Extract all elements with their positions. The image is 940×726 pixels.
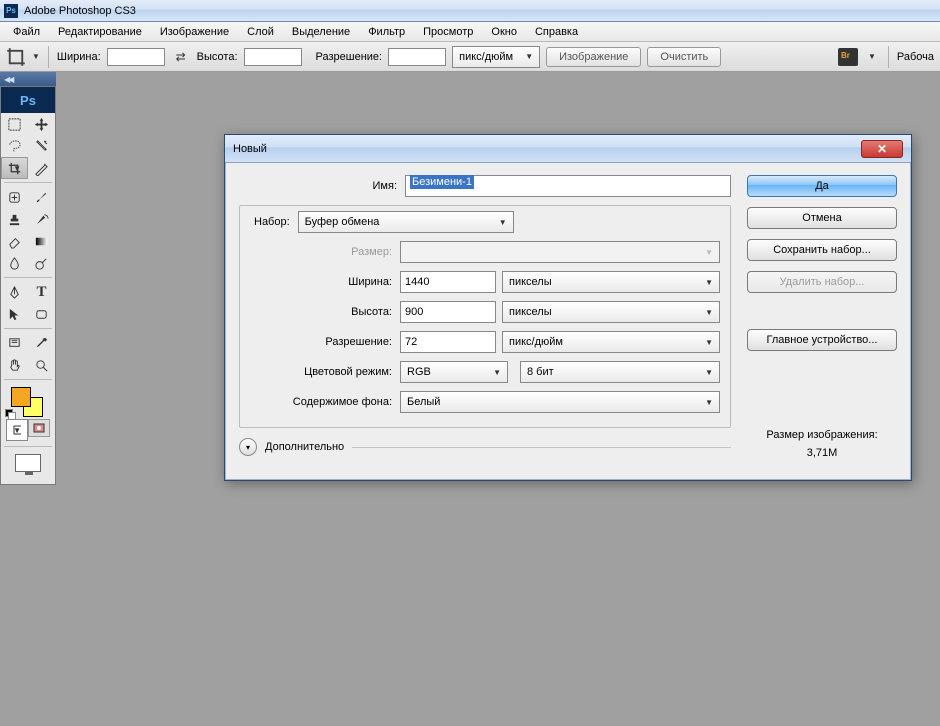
app-title: Adobe Photoshop CS3 xyxy=(24,5,136,17)
menu-select[interactable]: Выделение xyxy=(283,24,359,40)
menu-layer[interactable]: Слой xyxy=(238,24,283,40)
width-input[interactable] xyxy=(400,271,496,293)
option-bar: ▼ Ширина: Высота: Разрешение: пикс/дюйм … xyxy=(0,42,940,72)
dodge-tool-icon[interactable] xyxy=(28,252,55,274)
history-brush-tool-icon[interactable] xyxy=(28,208,55,230)
zoom-tool-icon[interactable] xyxy=(28,354,55,376)
close-button[interactable]: ✕ xyxy=(861,140,903,158)
pen-tool-icon[interactable] xyxy=(1,281,28,303)
advanced-label[interactable]: Дополнительно xyxy=(265,441,344,453)
menu-edit[interactable]: Редактирование xyxy=(49,24,151,40)
resolution-input[interactable] xyxy=(400,331,496,353)
size-select xyxy=(400,241,720,263)
device-central-button[interactable]: Главное устройство... xyxy=(747,329,897,351)
resolution-unit-select[interactable]: пикс/дюйм xyxy=(502,331,720,353)
default-colors-icon[interactable] xyxy=(5,409,15,419)
preset-fieldset: Набор: Буфер обмена Размер: Ширина: пикс… xyxy=(239,205,731,428)
preset-select[interactable]: Буфер обмена xyxy=(298,211,514,233)
width-input[interactable] xyxy=(107,48,165,66)
titlebar: Ps Adobe Photoshop CS3 xyxy=(0,0,940,22)
menu-file[interactable]: Файл xyxy=(4,24,49,40)
resolution-label: Разрешение: xyxy=(316,51,383,63)
workspace-label[interactable]: Рабоча xyxy=(897,51,934,63)
brush-tool-icon[interactable] xyxy=(28,186,55,208)
colordepth-select[interactable]: 8 бит xyxy=(520,361,720,383)
shape-tool-icon[interactable] xyxy=(28,303,55,325)
screen-mode-icon[interactable] xyxy=(15,454,41,472)
ps-logo-header: Ps xyxy=(1,87,55,113)
clear-button[interactable]: Очистить xyxy=(647,47,721,67)
resolution-label: Разрешение: xyxy=(250,336,400,348)
height-label: Высота: xyxy=(197,51,238,63)
divider xyxy=(352,447,731,448)
size-label: Размер: xyxy=(250,246,400,258)
height-input[interactable] xyxy=(400,301,496,323)
move-tool-icon[interactable] xyxy=(28,113,55,135)
width-unit-select[interactable]: пикселы xyxy=(502,271,720,293)
gradient-tool-icon[interactable] xyxy=(28,230,55,252)
chevron-down-icon[interactable]: ▼ xyxy=(868,52,876,61)
advanced-toggle-icon[interactable]: ▾ xyxy=(239,438,257,456)
background-select[interactable]: Белый xyxy=(400,391,720,413)
type-tool-icon[interactable]: T xyxy=(28,281,55,303)
height-input[interactable] xyxy=(244,48,302,66)
heal-tool-icon[interactable] xyxy=(1,186,28,208)
image-size-value: 3,71M xyxy=(747,445,897,463)
colormode-label: Цветовой режим: xyxy=(250,366,400,378)
eyedropper-tool-icon[interactable] xyxy=(28,332,55,354)
dialog-title: Новый xyxy=(233,143,861,155)
crop-tool-icon[interactable] xyxy=(6,47,26,67)
foreground-color-swatch[interactable] xyxy=(11,387,31,407)
resolution-unit-select[interactable]: пикс/дюйм xyxy=(452,46,540,68)
menu-window[interactable]: Окно xyxy=(482,24,526,40)
save-preset-button[interactable]: Сохранить набор... xyxy=(747,239,897,261)
app-icon: Ps xyxy=(4,4,18,18)
blur-tool-icon[interactable] xyxy=(1,252,28,274)
quickmask-mode-icon[interactable] xyxy=(28,419,50,437)
height-unit-select[interactable]: пикселы xyxy=(502,301,720,323)
stamp-tool-icon[interactable] xyxy=(1,208,28,230)
palette-collapse-handle[interactable] xyxy=(0,72,56,86)
path-select-tool-icon[interactable] xyxy=(1,303,28,325)
image-button[interactable]: Изображение xyxy=(546,47,641,67)
chevron-down-icon[interactable]: ▼ xyxy=(32,52,40,61)
swap-dimensions-icon[interactable] xyxy=(171,47,191,67)
bridge-icon[interactable] xyxy=(838,48,858,66)
width-label: Ширина: xyxy=(250,276,400,288)
marquee-tool-icon[interactable] xyxy=(1,113,28,135)
dialog-titlebar[interactable]: Новый ✕ xyxy=(225,135,911,163)
lasso-tool-icon[interactable] xyxy=(1,135,28,157)
menu-help[interactable]: Справка xyxy=(526,24,587,40)
eraser-tool-icon[interactable] xyxy=(1,230,28,252)
height-label: Высота: xyxy=(250,306,400,318)
background-label: Содержимое фона: xyxy=(250,396,400,408)
menubar: Файл Редактирование Изображение Слой Выд… xyxy=(0,22,940,42)
name-label: Имя: xyxy=(239,180,405,192)
name-input[interactable]: Безимени-1 xyxy=(405,175,731,197)
wand-tool-icon[interactable] xyxy=(28,135,55,157)
menu-view[interactable]: Просмотр xyxy=(414,24,482,40)
hand-tool-icon[interactable] xyxy=(1,354,28,376)
color-swatches[interactable] xyxy=(1,383,55,417)
delete-preset-button: Удалить набор... xyxy=(747,271,897,293)
menu-filter[interactable]: Фильтр xyxy=(359,24,414,40)
standard-mode-icon[interactable] xyxy=(6,419,28,441)
colormode-select[interactable]: RGB xyxy=(400,361,508,383)
width-label: Ширина: xyxy=(57,51,101,63)
preset-label: Набор: xyxy=(250,216,298,228)
image-size-label: Размер изображения: xyxy=(747,427,897,445)
tool-palette: Ps T xyxy=(0,86,56,485)
ok-button[interactable]: Да xyxy=(747,175,897,197)
crop-tool-icon[interactable] xyxy=(1,157,28,179)
resolution-input[interactable] xyxy=(388,48,446,66)
slice-tool-icon[interactable] xyxy=(28,157,55,179)
new-document-dialog: Новый ✕ Имя: Безимени-1 Набор: Буфер обм… xyxy=(224,134,912,481)
cancel-button[interactable]: Отмена xyxy=(747,207,897,229)
notes-tool-icon[interactable] xyxy=(1,332,28,354)
menu-image[interactable]: Изображение xyxy=(151,24,238,40)
